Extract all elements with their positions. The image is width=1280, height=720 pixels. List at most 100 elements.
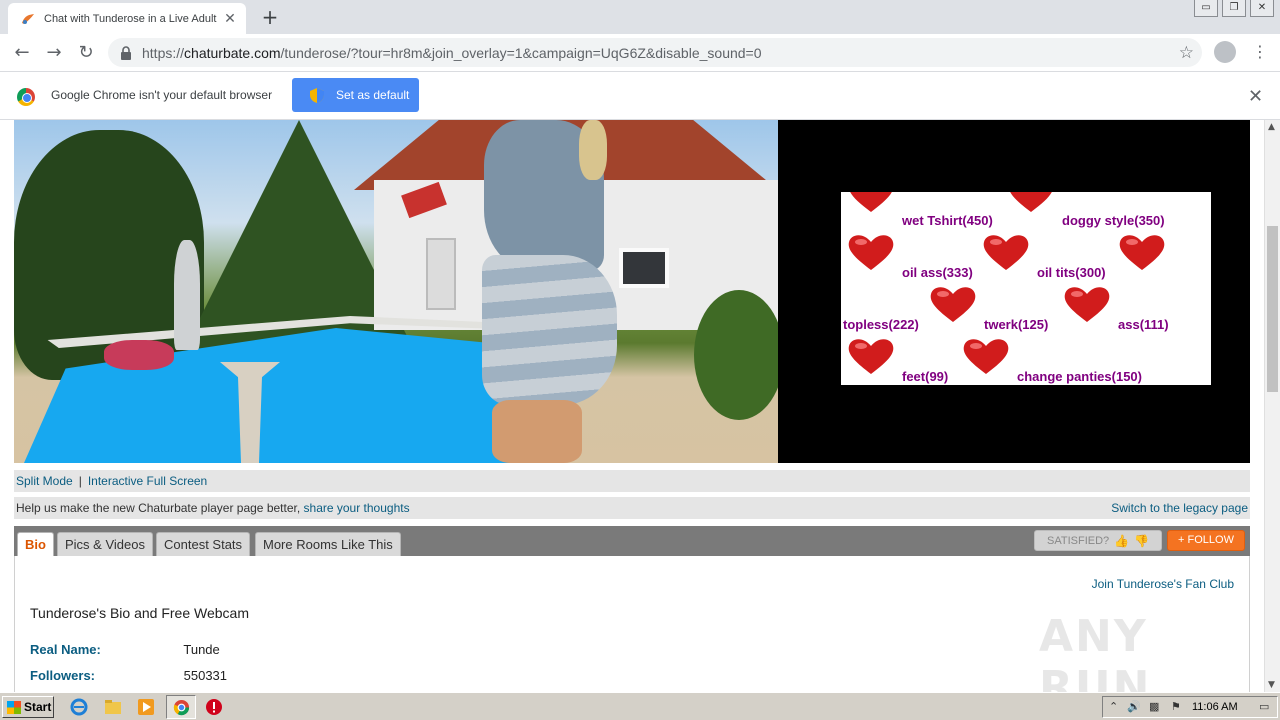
bookmark-star-icon[interactable]: ☆ [1179,43,1194,63]
legacy-page-link[interactable]: Switch to the legacy page [1111,501,1248,515]
infobar-message: Google Chrome isn't your default browser [51,88,273,102]
heart-icon [983,235,1029,270]
volume-icon[interactable]: 🔊 [1127,700,1141,713]
bio-row: Followers: 550331 [30,668,227,683]
heart-icon [930,287,976,322]
scroll-down-arrow-icon[interactable]: ▼ [1268,680,1275,690]
minimize-button[interactable]: ▭ [1194,0,1218,17]
tip-menu-item: ass(111) [1118,317,1169,332]
restore-button[interactable]: ❐ [1222,0,1246,17]
room-tabs-bar: Bio Pics & Videos Contest Stats More Roo… [14,526,1250,556]
chrome-taskbar-button[interactable] [166,695,196,719]
person-skirt [482,255,617,405]
split-mode-link[interactable]: Split Mode [16,474,73,488]
tip-menu-item: doggy style(350) [1062,213,1165,228]
window-controls: ▭ ❐ ✕ [1194,0,1274,17]
windows-taskbar: Start ⌃ 🔊 ▩ ⚑ 11:06 AM ▭ [0,692,1280,720]
heart-icon [1010,192,1052,212]
start-button[interactable]: Start [2,696,54,718]
url-scheme: https:// [142,44,185,61]
internet-explorer-icon[interactable] [70,698,88,716]
tip-menu-item: twerk(125) [984,317,1049,332]
tab-contest-stats[interactable]: Contest Stats [156,532,251,556]
default-browser-infobar: Google Chrome isn't your default browser… [0,72,1280,120]
tab-pics-videos[interactable]: Pics & Videos [57,532,153,556]
tab-more-rooms[interactable]: More Rooms Like This [255,532,401,556]
tip-menu-item: change panties(150) [1017,369,1142,384]
browser-tab[interactable]: Chat with Tunderose in a Live Adult ✕ [8,3,246,34]
player-controls-bar: Split Mode | Interactive Full Screen [14,470,1250,492]
url-host: chaturbate.com [184,44,281,61]
lock-icon [121,45,131,60]
feedback-bar: Help us make the new Chaturbate player p… [14,497,1250,519]
address-bar[interactable]: https://chaturbate.com/tunderose/?tour=h… [108,38,1202,67]
satisfied-button[interactable]: SATISFIED? 👍 👎 [1034,530,1162,551]
close-window-button[interactable]: ✕ [1250,0,1274,17]
heart-icon [848,235,894,270]
set-default-button[interactable]: Set as default [292,78,419,112]
controls-separator: | [78,474,82,488]
heart-icon [1119,235,1165,270]
browser-toolbar: ← → ↻ https://chaturbate.com/tunderose/?… [0,34,1280,72]
feedback-text: Help us make the new Chaturbate player p… [16,501,304,515]
tab-close-icon[interactable]: ✕ [222,11,238,27]
stop-sign-icon[interactable] [205,698,223,716]
bio-key: Followers: [30,668,96,683]
bio-key: Real Name: [30,642,101,657]
infobar-close-icon[interactable]: ✕ [1248,86,1263,107]
new-tab-button[interactable]: + [258,6,282,30]
tray-expand-icon[interactable]: ⌃ [1109,700,1118,713]
satisfied-label: SATISFIED? [1047,534,1110,547]
taskbar-clock[interactable]: 11:06 AM [1192,701,1238,713]
windows-logo-icon [7,700,21,714]
heart-icon [1064,287,1110,322]
bio-row: Real Name: Tunde [30,642,220,657]
bio-panel: Join Tunderose's Fan Club Tunderose's Bi… [14,556,1250,692]
scroll-up-arrow-icon[interactable]: ▲ [1268,122,1275,132]
tip-menu-item: oil tits(300) [1037,265,1106,280]
scroll-thumb[interactable] [1267,226,1278,392]
media-player-icon[interactable] [137,698,155,716]
thumbs-up-icon[interactable]: 👍 [1114,534,1129,548]
profile-avatar-icon[interactable] [1214,41,1236,63]
person-legs [492,400,582,463]
page-scrollbar[interactable]: ▲ ▼ [1264,120,1280,692]
thumbs-down-icon[interactable]: 👎 [1134,534,1149,548]
scene-door [426,238,456,310]
chrome-icon [173,699,190,716]
network-icon[interactable]: ▩ [1149,700,1159,713]
scene-statue [174,240,200,350]
scene-flowers [104,340,174,370]
site-favicon-icon [20,11,36,27]
chrome-menu-icon[interactable]: ⋮ [1252,41,1268,63]
scene-window [619,248,669,288]
bio-title: Tunderose's Bio and Free Webcam [30,605,250,621]
scene-hedge [694,290,778,420]
interactive-fullscreen-link[interactable]: Interactive Full Screen [88,474,207,488]
tab-title: Chat with Tunderose in a Live Adult [44,12,217,25]
chrome-logo-icon [17,88,35,106]
shield-icon [310,87,324,103]
reload-icon[interactable]: ↻ [75,42,97,64]
tip-menu-item: wet Tshirt(450) [902,213,993,228]
bio-value: Tunde [183,642,220,657]
tab-bio[interactable]: Bio [17,532,54,556]
fan-club-link[interactable]: Join Tunderose's Fan Club [1092,577,1234,591]
file-explorer-icon[interactable] [104,698,122,716]
system-tray: ⌃ 🔊 ▩ ⚑ 11:06 AM ▭ [1102,696,1278,718]
anyrun-watermark: ANY RUN [1039,611,1152,692]
action-center-flag-icon[interactable]: ⚑ [1171,700,1181,713]
follow-button[interactable]: + FOLLOW [1167,530,1245,551]
page-viewport: wet Tshirt(450) doggy style(350) oil ass… [0,120,1264,692]
video-player[interactable]: wet Tshirt(450) doggy style(350) oil ass… [14,120,1250,463]
person-hair [579,120,607,180]
tip-menu-item: feet(99) [902,369,949,384]
heart-icon [963,339,1009,374]
back-arrow-icon[interactable]: ← [11,42,33,64]
forward-arrow-icon[interactable]: → [43,42,65,64]
share-thoughts-link[interactable]: share your thoughts [304,501,410,515]
webcam-video[interactable] [14,120,778,463]
set-default-label: Set as default [336,88,410,102]
heart-icon [848,339,894,374]
show-desktop-icon[interactable]: ▭ [1259,700,1269,713]
